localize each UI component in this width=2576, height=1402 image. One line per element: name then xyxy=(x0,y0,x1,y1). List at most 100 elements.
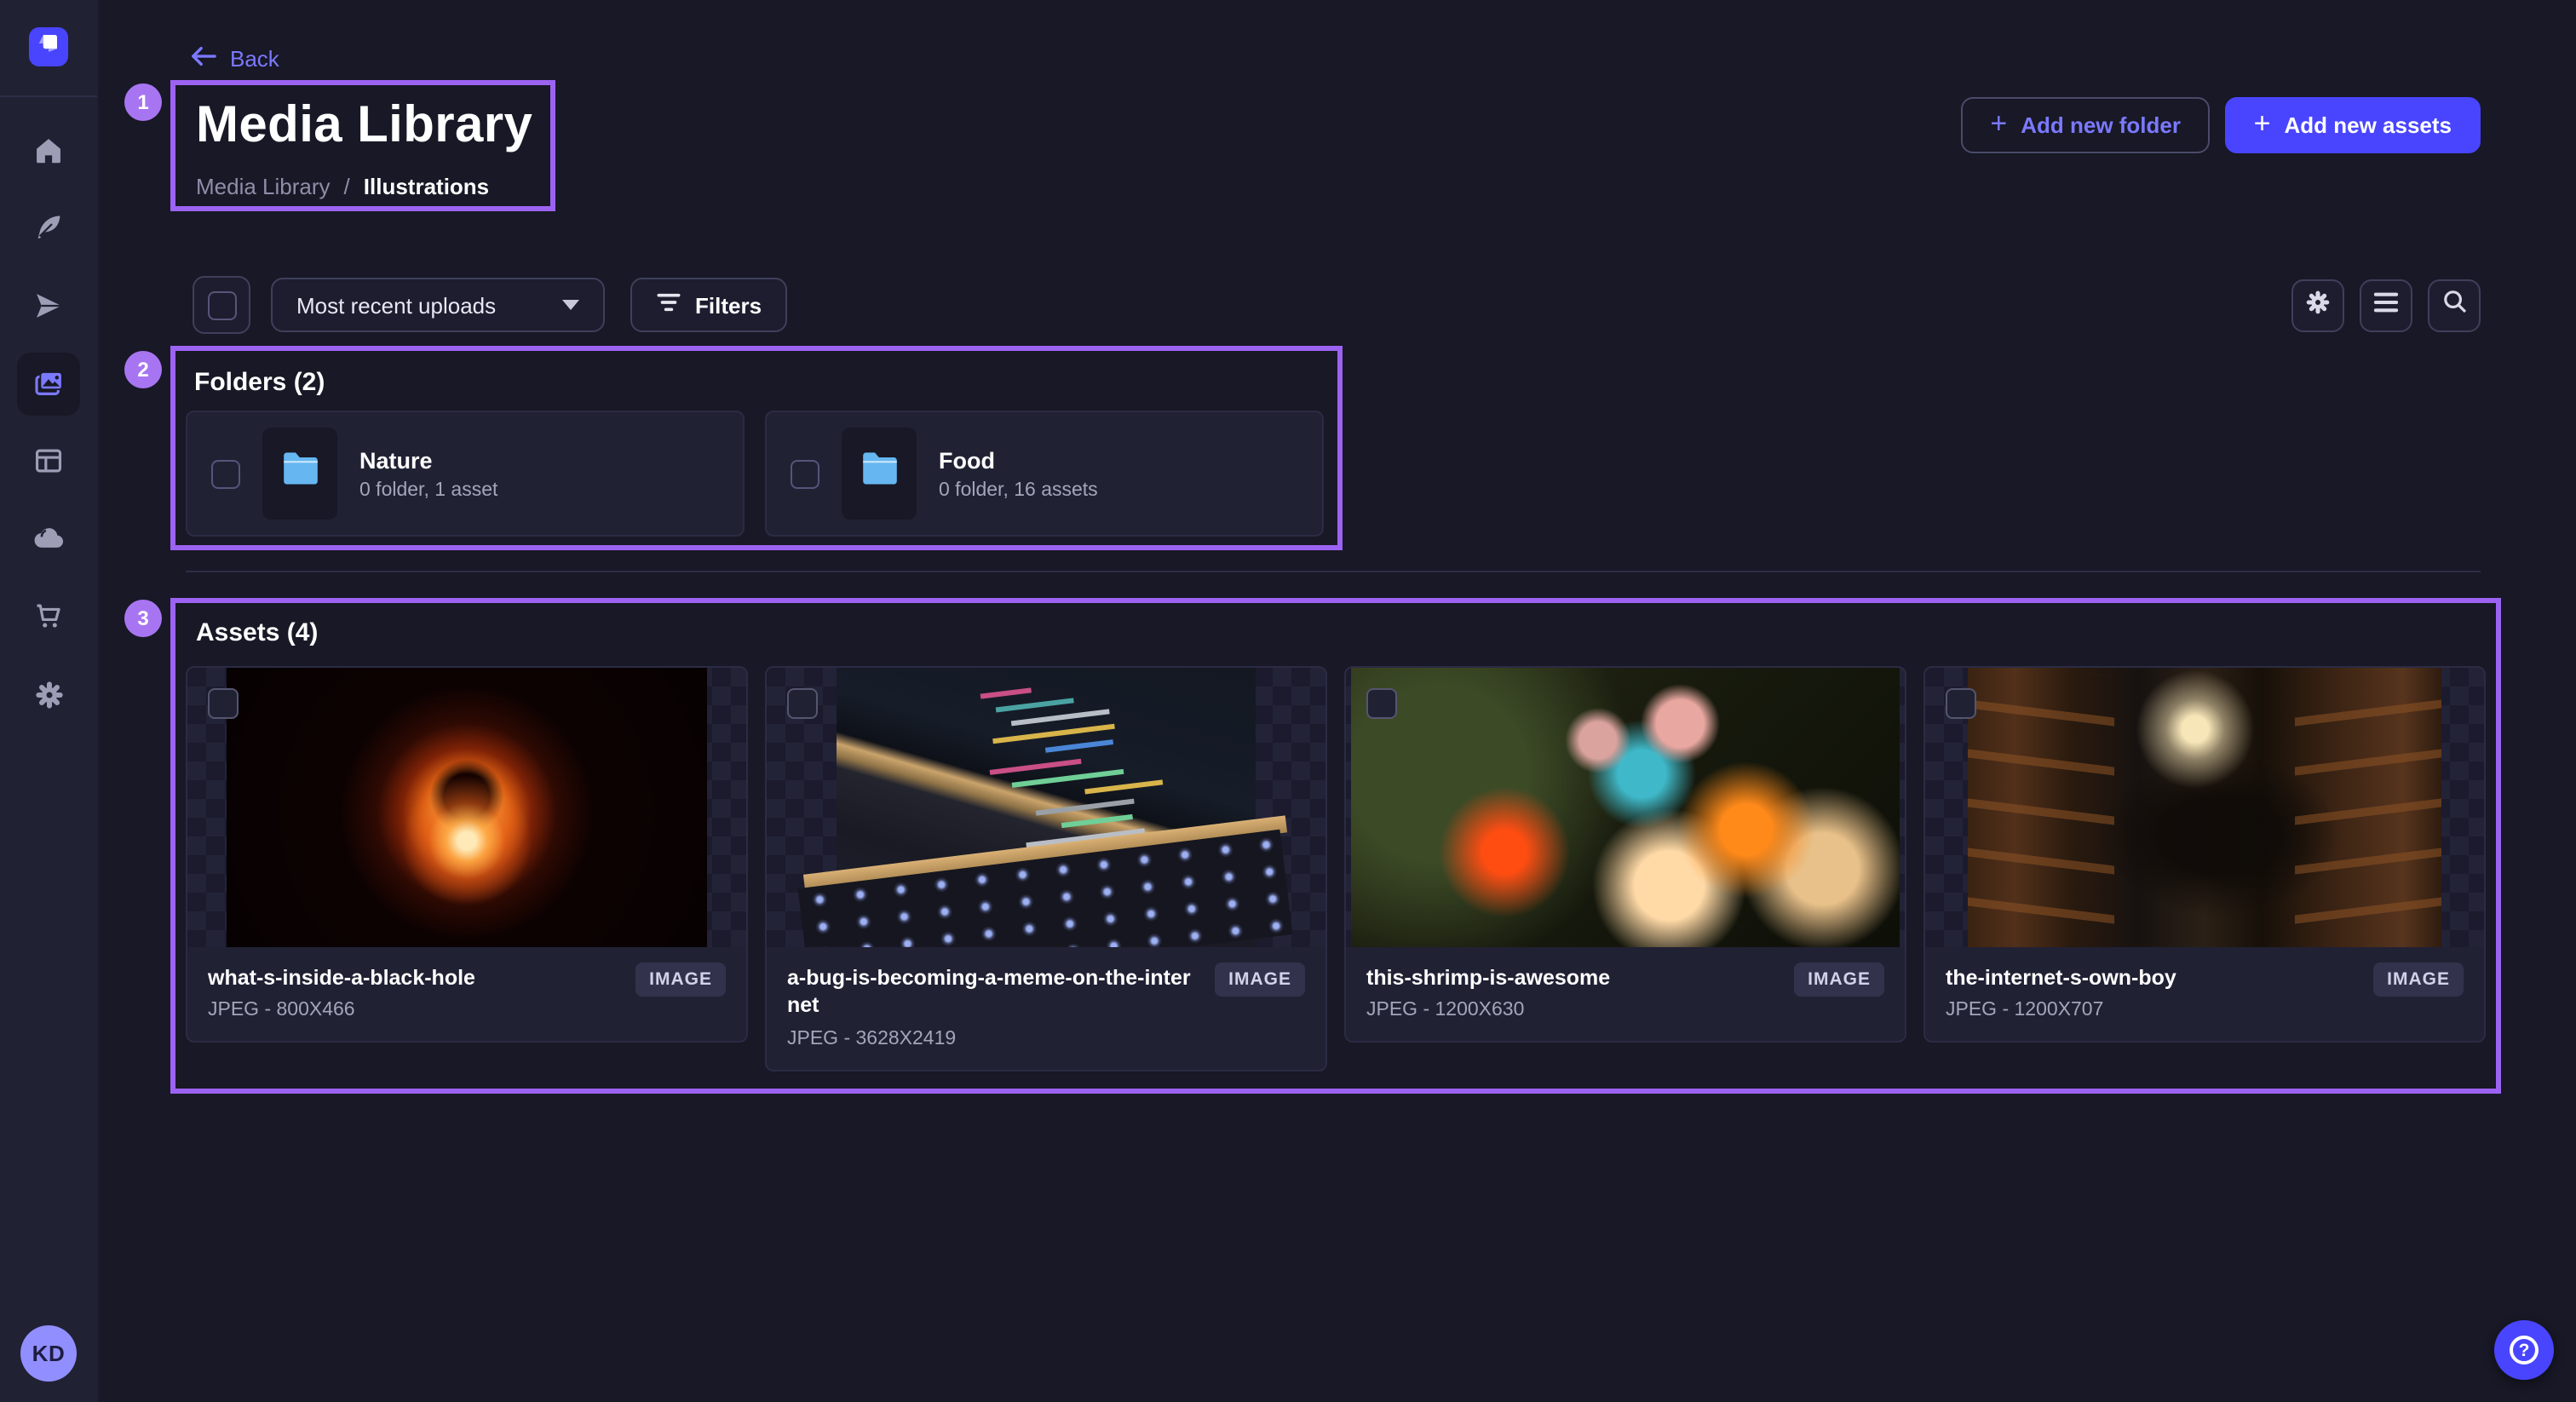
home-icon xyxy=(32,135,65,167)
sidebar-item-marketplace[interactable] xyxy=(17,584,80,647)
help-button[interactable]: ? xyxy=(2494,1320,2554,1380)
asset-title: a-bug-is-becoming-a-meme-on-the-internet xyxy=(787,964,1193,1020)
asset-type-badge: IMAGE xyxy=(2373,962,2464,997)
folder-card-nature[interactable]: Nature 0 folder, 1 asset xyxy=(186,411,745,537)
asset-type-badge: IMAGE xyxy=(1794,962,1884,997)
folder-name: Food xyxy=(939,447,1098,473)
add-assets-label: Add new assets xyxy=(2284,112,2452,138)
plus-icon: + xyxy=(2254,109,2271,138)
folder-text: Nature 0 folder, 1 asset xyxy=(359,447,497,500)
asset-card-bug-meme[interactable]: a-bug-is-becoming-a-meme-on-the-internet… xyxy=(765,666,1327,1071)
asset-thumbnail-library xyxy=(1925,668,2484,947)
asset-type-badge: IMAGE xyxy=(1215,962,1305,997)
asset-meta: JPEG - 1200X707 xyxy=(1946,1001,2464,1021)
asset-footer: what-s-inside-a-black-hole JPEG - 800X46… xyxy=(187,947,746,1042)
filters-label: Filters xyxy=(695,292,762,318)
layout-icon xyxy=(32,445,65,477)
library-portrait-photo xyxy=(1968,668,2441,947)
folder-meta: 0 folder, 16 assets xyxy=(939,480,1098,500)
view-settings-button[interactable] xyxy=(2291,279,2344,332)
folder-icon-wrap xyxy=(842,428,917,520)
asset-footer: a-bug-is-becoming-a-meme-on-the-internet… xyxy=(767,947,1325,1069)
cloud-icon xyxy=(32,520,66,554)
sort-value: Most recent uploads xyxy=(296,292,496,318)
list-icon xyxy=(2373,290,2399,321)
asset-checkbox[interactable] xyxy=(208,688,239,719)
asset-footer: this-shrimp-is-awesome JPEG - 1200X630 I… xyxy=(1346,947,1905,1042)
folder-icon xyxy=(858,451,900,496)
breadcrumb-current: Illustrations xyxy=(364,174,489,199)
gear-icon xyxy=(32,677,66,711)
asset-footer: the-internet-s-own-boy JPEG - 1200X707 I… xyxy=(1925,947,2484,1042)
asset-meta: JPEG - 1200X630 xyxy=(1366,1001,1884,1021)
asset-card-internets-own-boy[interactable]: the-internet-s-own-boy JPEG - 1200X707 I… xyxy=(1923,666,2486,1043)
folder-checkbox[interactable] xyxy=(791,459,819,488)
folder-text: Food 0 folder, 16 assets xyxy=(939,447,1098,500)
black-hole-photo xyxy=(227,668,707,947)
strapi-logo-icon xyxy=(36,30,61,64)
search-icon xyxy=(2441,288,2468,324)
annotation-marker-1: 1 xyxy=(124,83,162,121)
select-all-checkbox[interactable] xyxy=(207,290,236,319)
asset-card-shrimp[interactable]: this-shrimp-is-awesome JPEG - 1200X630 I… xyxy=(1344,666,1906,1043)
chevron-down-icon xyxy=(562,300,579,310)
asset-thumbnail-black-hole xyxy=(187,668,746,947)
sidebar-divider xyxy=(0,95,97,97)
feather-icon xyxy=(32,211,65,244)
breadcrumb: Media Library / Illustrations xyxy=(196,174,489,199)
bookshelf-decor xyxy=(1968,668,2114,947)
sidebar-item-media-library[interactable] xyxy=(17,353,80,416)
folder-icon xyxy=(279,451,321,496)
add-new-folder-button[interactable]: + Add new folder xyxy=(1961,97,2210,153)
asset-meta: JPEG - 800X466 xyxy=(208,1001,726,1021)
user-avatar[interactable]: KD xyxy=(20,1325,77,1382)
assets-heading: Assets (4) xyxy=(196,618,318,647)
question-mark-icon: ? xyxy=(2510,1336,2539,1365)
sort-dropdown[interactable]: Most recent uploads xyxy=(271,278,605,332)
asset-thumbnail-shrimp xyxy=(1346,668,1905,947)
section-divider xyxy=(186,571,2481,572)
asset-title: what-s-inside-a-black-hole xyxy=(208,964,613,992)
sidebar-item-settings[interactable] xyxy=(17,663,80,726)
folders-heading: Folders (2) xyxy=(194,368,325,397)
asset-meta: JPEG - 3628X2419 xyxy=(787,1028,1305,1049)
folder-card-food[interactable]: Food 0 folder, 16 assets xyxy=(765,411,1324,537)
app-root: KD Back Media Library Media Library / Il… xyxy=(0,0,2576,1402)
bookshelf-decor xyxy=(2295,668,2441,947)
annotation-marker-3: 3 xyxy=(124,600,162,637)
folder-meta: 0 folder, 1 asset xyxy=(359,480,497,500)
asset-checkbox[interactable] xyxy=(1946,688,1976,719)
back-arrow-icon xyxy=(191,46,216,72)
select-all-checkbox-wrap[interactable] xyxy=(193,276,250,334)
filter-icon xyxy=(656,291,681,319)
back-label: Back xyxy=(230,46,279,72)
gear-icon xyxy=(2303,287,2332,325)
sidebar-item-content-type-builder[interactable] xyxy=(17,429,80,492)
filters-button[interactable]: Filters xyxy=(630,278,787,332)
asset-thumbnail-laptop-code xyxy=(767,668,1325,947)
page-title: Media Library xyxy=(196,97,532,155)
cart-icon xyxy=(32,600,65,632)
app-logo[interactable] xyxy=(29,27,68,66)
asset-checkbox[interactable] xyxy=(787,688,818,719)
plus-icon: + xyxy=(1990,109,2007,138)
asset-card-black-hole[interactable]: what-s-inside-a-black-hole JPEG - 800X46… xyxy=(186,666,748,1043)
add-new-assets-button[interactable]: + Add new assets xyxy=(2225,97,2481,153)
search-button[interactable] xyxy=(2428,279,2481,332)
breadcrumb-parent[interactable]: Media Library xyxy=(196,174,331,199)
list-view-button[interactable] xyxy=(2360,279,2412,332)
sidebar: KD xyxy=(0,0,99,1402)
folder-checkbox[interactable] xyxy=(211,459,240,488)
folder-name: Nature xyxy=(359,447,497,473)
asset-checkbox[interactable] xyxy=(1366,688,1397,719)
back-link[interactable]: Back xyxy=(191,46,279,72)
sidebar-item-content[interactable] xyxy=(17,196,80,259)
sidebar-item-home[interactable] xyxy=(17,119,80,182)
laptop-code-photo xyxy=(837,668,1256,947)
annotation-marker-2: 2 xyxy=(124,351,162,388)
sidebar-item-deploy[interactable] xyxy=(17,506,80,569)
images-icon xyxy=(31,366,66,402)
asset-title: the-internet-s-own-boy xyxy=(1946,964,2351,992)
send-icon xyxy=(32,290,65,322)
sidebar-item-releases[interactable] xyxy=(17,274,80,337)
